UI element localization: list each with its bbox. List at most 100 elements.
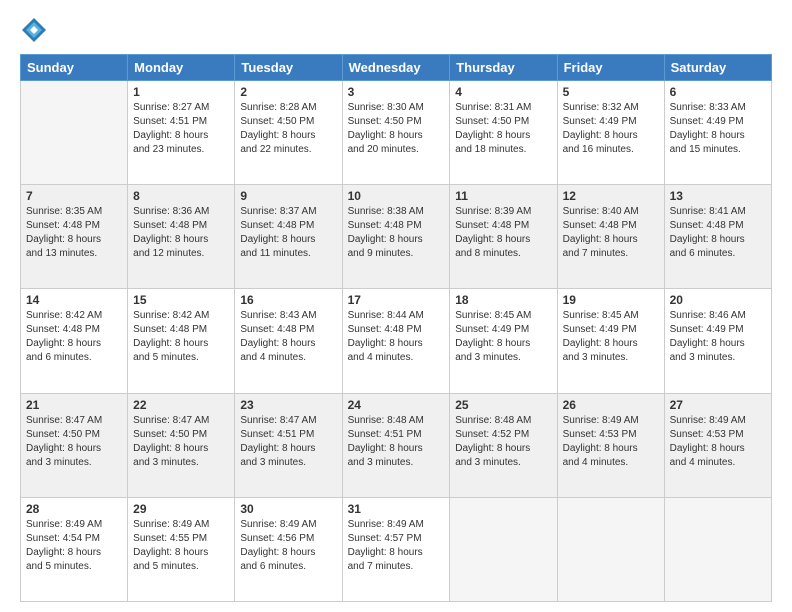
day-info: Sunrise: 8:47 AM Sunset: 4:50 PM Dayligh… <box>133 414 229 470</box>
day-number: 25 <box>455 398 551 412</box>
day-number: 4 <box>455 85 551 99</box>
day-info: Sunrise: 8:48 AM Sunset: 4:51 PM Dayligh… <box>348 414 445 470</box>
calendar-cell <box>450 497 557 601</box>
calendar-cell: 30Sunrise: 8:49 AM Sunset: 4:56 PM Dayli… <box>235 497 342 601</box>
day-number: 23 <box>240 398 336 412</box>
day-info: Sunrise: 8:43 AM Sunset: 4:48 PM Dayligh… <box>240 309 336 365</box>
calendar-cell: 27 Sunrise: 8:49 AM Sunset: 4:53 PM Dayli… <box>664 393 771 497</box>
calendar-table: SundayMondayTuesdayWednesdayThursdayFrid… <box>20 54 772 602</box>
day-info: Sunrise: 8:36 AM Sunset: 4:48 PM Dayligh… <box>133 205 229 261</box>
day-number: 6 <box>670 85 766 99</box>
day-info: Sunrise: 8:48 AM Sunset: 4:52 PM Dayligh… <box>455 414 551 470</box>
week-row-2: 14 Sunrise: 8:42 AM Sunset: 4:48 PM Dayli… <box>21 289 772 393</box>
week-row-1: 7 Sunrise: 8:35 AM Sunset: 4:48 PM Daylig… <box>21 185 772 289</box>
calendar-cell: 26Sunrise: 8:49 AM Sunset: 4:53 PM Dayli… <box>557 393 664 497</box>
calendar-cell <box>21 81 128 185</box>
day-number: 29 <box>133 502 229 516</box>
day-number: 17 <box>348 293 445 307</box>
day-info: Sunrise: 8:37 AM Sunset: 4:48 PM Dayligh… <box>240 205 336 261</box>
day-number: 14 <box>26 293 122 307</box>
calendar-cell: 17 Sunrise: 8:44 AM Sunset: 4:48 PM Dayli… <box>342 289 450 393</box>
day-number: 21 <box>26 398 122 412</box>
day-info: Sunrise: 8:42 AM Sunset: 4:48 PM Dayligh… <box>133 309 229 365</box>
calendar-cell <box>664 497 771 601</box>
day-number: 1 <box>133 85 229 99</box>
week-row-4: 28Sunrise: 8:49 AM Sunset: 4:54 PM Dayli… <box>21 497 772 601</box>
day-info: Sunrise: 8:42 AM Sunset: 4:48 PM Dayligh… <box>26 309 122 365</box>
day-number: 18 <box>455 293 551 307</box>
calendar-cell: 20 Sunrise: 8:46 AM Sunset: 4:49 PM Dayli… <box>664 289 771 393</box>
header-day-friday: Friday <box>557 55 664 81</box>
calendar-cell: 8Sunrise: 8:36 AM Sunset: 4:48 PM Daylig… <box>128 185 235 289</box>
day-info: Sunrise: 8:32 AM Sunset: 4:49 PM Dayligh… <box>563 101 659 157</box>
day-number: 15 <box>133 293 229 307</box>
logo-icon <box>20 16 48 44</box>
calendar-cell: 9 Sunrise: 8:37 AM Sunset: 4:48 PM Daylig… <box>235 185 342 289</box>
calendar-cell: 24Sunrise: 8:48 AM Sunset: 4:51 PM Dayli… <box>342 393 450 497</box>
day-number: 28 <box>26 502 122 516</box>
calendar-cell: 19 Sunrise: 8:45 AM Sunset: 4:49 PM Dayli… <box>557 289 664 393</box>
day-number: 9 <box>240 189 336 203</box>
calendar-cell: 1 Sunrise: 8:27 AM Sunset: 4:51 PM Daylig… <box>128 81 235 185</box>
calendar-cell: 6Sunrise: 8:33 AM Sunset: 4:49 PM Daylig… <box>664 81 771 185</box>
day-number: 22 <box>133 398 229 412</box>
calendar-cell: 2Sunrise: 8:28 AM Sunset: 4:50 PM Daylig… <box>235 81 342 185</box>
day-number: 19 <box>563 293 659 307</box>
day-info: Sunrise: 8:49 AM Sunset: 4:56 PM Dayligh… <box>240 518 336 574</box>
logo <box>20 16 52 44</box>
header-day-tuesday: Tuesday <box>235 55 342 81</box>
header-day-thursday: Thursday <box>450 55 557 81</box>
day-info: Sunrise: 8:30 AM Sunset: 4:50 PM Dayligh… <box>348 101 445 157</box>
day-number: 7 <box>26 189 122 203</box>
header-day-monday: Monday <box>128 55 235 81</box>
day-info: Sunrise: 8:31 AM Sunset: 4:50 PM Dayligh… <box>455 101 551 157</box>
day-number: 20 <box>670 293 766 307</box>
day-info: Sunrise: 8:41 AM Sunset: 4:48 PM Dayligh… <box>670 205 766 261</box>
week-row-0: 1 Sunrise: 8:27 AM Sunset: 4:51 PM Daylig… <box>21 81 772 185</box>
calendar-cell: 22 Sunrise: 8:47 AM Sunset: 4:50 PM Dayli… <box>128 393 235 497</box>
day-info: Sunrise: 8:45 AM Sunset: 4:49 PM Dayligh… <box>563 309 659 365</box>
calendar-cell: 28Sunrise: 8:49 AM Sunset: 4:54 PM Dayli… <box>21 497 128 601</box>
day-info: Sunrise: 8:40 AM Sunset: 4:48 PM Dayligh… <box>563 205 659 261</box>
calendar-cell: 29 Sunrise: 8:49 AM Sunset: 4:55 PM Dayli… <box>128 497 235 601</box>
calendar-cell: 14 Sunrise: 8:42 AM Sunset: 4:48 PM Dayli… <box>21 289 128 393</box>
day-number: 13 <box>670 189 766 203</box>
calendar-cell: 12 Sunrise: 8:40 AM Sunset: 4:48 PM Dayli… <box>557 185 664 289</box>
day-info: Sunrise: 8:27 AM Sunset: 4:51 PM Dayligh… <box>133 101 229 157</box>
header-day-wednesday: Wednesday <box>342 55 450 81</box>
day-info: Sunrise: 8:47 AM Sunset: 4:50 PM Dayligh… <box>26 414 122 470</box>
calendar-cell: 15 Sunrise: 8:42 AM Sunset: 4:48 PM Dayli… <box>128 289 235 393</box>
calendar-cell: 5 Sunrise: 8:32 AM Sunset: 4:49 PM Daylig… <box>557 81 664 185</box>
calendar-cell: 10Sunrise: 8:38 AM Sunset: 4:48 PM Dayli… <box>342 185 450 289</box>
calendar-cell: 4 Sunrise: 8:31 AM Sunset: 4:50 PM Daylig… <box>450 81 557 185</box>
day-number: 16 <box>240 293 336 307</box>
day-number: 10 <box>348 189 445 203</box>
day-number: 3 <box>348 85 445 99</box>
day-number: 5 <box>563 85 659 99</box>
header-day-saturday: Saturday <box>664 55 771 81</box>
header <box>20 16 772 44</box>
day-info: Sunrise: 8:49 AM Sunset: 4:55 PM Dayligh… <box>133 518 229 574</box>
day-info: Sunrise: 8:35 AM Sunset: 4:48 PM Dayligh… <box>26 205 122 261</box>
calendar-cell: 13 Sunrise: 8:41 AM Sunset: 4:48 PM Dayli… <box>664 185 771 289</box>
day-info: Sunrise: 8:49 AM Sunset: 4:57 PM Dayligh… <box>348 518 445 574</box>
week-row-3: 21 Sunrise: 8:47 AM Sunset: 4:50 PM Dayli… <box>21 393 772 497</box>
day-info: Sunrise: 8:47 AM Sunset: 4:51 PM Dayligh… <box>240 414 336 470</box>
day-info: Sunrise: 8:46 AM Sunset: 4:49 PM Dayligh… <box>670 309 766 365</box>
calendar-cell: 11Sunrise: 8:39 AM Sunset: 4:48 PM Dayli… <box>450 185 557 289</box>
day-info: Sunrise: 8:28 AM Sunset: 4:50 PM Dayligh… <box>240 101 336 157</box>
calendar-cell: 23 Sunrise: 8:47 AM Sunset: 4:51 PM Dayli… <box>235 393 342 497</box>
calendar-cell: 31Sunrise: 8:49 AM Sunset: 4:57 PM Dayli… <box>342 497 450 601</box>
page: SundayMondayTuesdayWednesdayThursdayFrid… <box>0 0 792 612</box>
day-info: Sunrise: 8:45 AM Sunset: 4:49 PM Dayligh… <box>455 309 551 365</box>
day-number: 12 <box>563 189 659 203</box>
calendar-cell: 7 Sunrise: 8:35 AM Sunset: 4:48 PM Daylig… <box>21 185 128 289</box>
day-info: Sunrise: 8:44 AM Sunset: 4:48 PM Dayligh… <box>348 309 445 365</box>
calendar-cell: 3 Sunrise: 8:30 AM Sunset: 4:50 PM Daylig… <box>342 81 450 185</box>
day-info: Sunrise: 8:49 AM Sunset: 4:53 PM Dayligh… <box>670 414 766 470</box>
day-number: 27 <box>670 398 766 412</box>
day-info: Sunrise: 8:49 AM Sunset: 4:53 PM Dayligh… <box>563 414 659 470</box>
day-number: 11 <box>455 189 551 203</box>
calendar-cell <box>557 497 664 601</box>
calendar-cell: 21 Sunrise: 8:47 AM Sunset: 4:50 PM Dayli… <box>21 393 128 497</box>
